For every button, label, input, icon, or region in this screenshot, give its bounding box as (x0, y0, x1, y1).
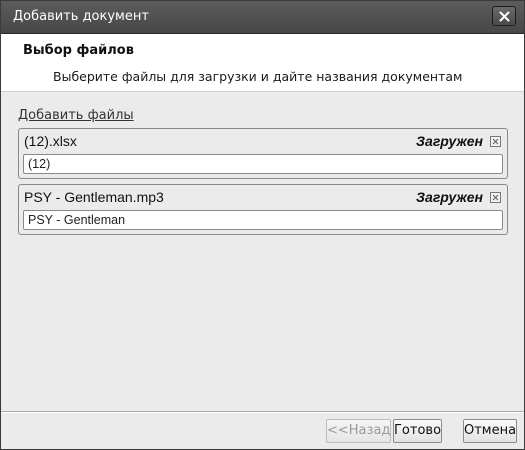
remove-file-button[interactable] (490, 192, 501, 203)
document-name-input[interactable] (23, 154, 503, 174)
file-entry-2: PSY - Gentleman.mp3 Загружен (18, 184, 508, 235)
wizard-header: Выбор файлов Выберите файлы для загрузки… (1, 34, 524, 92)
cancel-button[interactable]: Отмена (463, 419, 517, 443)
header-subtitle: Выберите файлы для загрузки и дайте назв… (53, 69, 463, 84)
window-title: Добавить документ (13, 9, 149, 24)
header-title: Выбор файлов (23, 43, 134, 58)
file-name: (12).xlsx (24, 133, 77, 149)
document-name-input[interactable] (23, 210, 503, 230)
footer-divider (1, 411, 524, 413)
close-icon (499, 11, 510, 22)
file-status: Загружен (416, 189, 483, 205)
add-document-dialog: Добавить документ Выбор файлов Выберите … (0, 0, 525, 450)
back-button[interactable]: <<Назад (326, 419, 391, 443)
remove-icon (492, 138, 499, 145)
file-status: Загружен (416, 133, 483, 149)
done-button[interactable]: Готово (393, 419, 442, 443)
remove-icon (492, 194, 499, 201)
remove-file-button[interactable] (490, 136, 501, 147)
close-button[interactable] (492, 6, 516, 26)
file-name: PSY - Gentleman.mp3 (24, 189, 164, 205)
file-entry-1: (12).xlsx Загружен (18, 128, 508, 179)
add-files-link[interactable]: Добавить файлы (18, 108, 134, 123)
title-bar: Добавить документ (1, 1, 524, 34)
